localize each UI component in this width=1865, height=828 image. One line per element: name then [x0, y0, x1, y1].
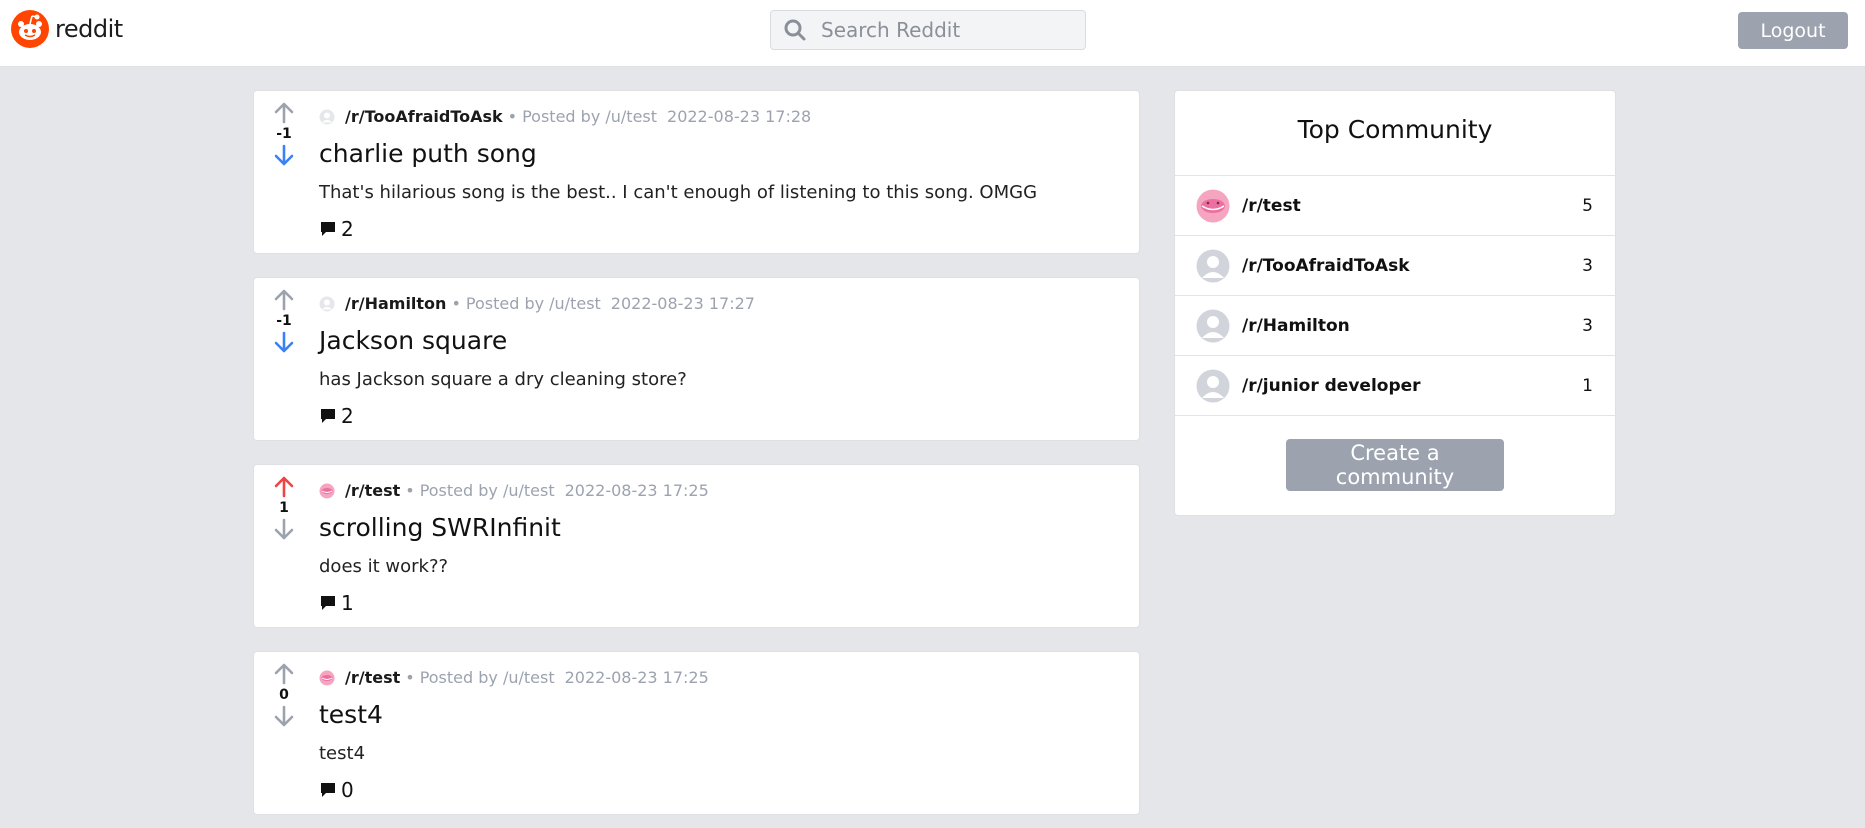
community-avatar-icon	[319, 296, 335, 311]
downvote-icon[interactable]	[272, 330, 296, 354]
post-date: 2022-08-23 17:25	[564, 668, 709, 687]
comment-icon	[321, 783, 335, 797]
post-body: That's hilarious song is the best.. I ca…	[319, 182, 1038, 203]
post-card[interactable]: -1 /r/Hamilton • Posted by /u/test 2022-…	[253, 277, 1140, 441]
vote-score: -1	[276, 126, 292, 142]
community-row-test[interactable]: /r/test 5	[1175, 175, 1615, 235]
search-bar[interactable]	[770, 10, 1086, 50]
community-row-hamilton[interactable]: /r/Hamilton 3	[1175, 295, 1615, 355]
upvote-icon[interactable]	[272, 662, 296, 686]
post-card[interactable]: -1 /r/TooAfraidToAsk • Posted by /u/test…	[253, 90, 1140, 254]
community-row-tooafraidtoask[interactable]: /r/TooAfraidToAsk 3	[1175, 235, 1615, 295]
post-title[interactable]: scrolling SWRInfinit	[319, 513, 561, 542]
post-card[interactable]: 0 /r/test • Posted by /u/test 2022-08-23…	[253, 651, 1140, 815]
post-body: has Jackson square a dry cleaning store?	[319, 369, 687, 390]
post-title[interactable]: Jackson square	[319, 326, 507, 355]
vote-score: 1	[279, 500, 289, 516]
comment-icon	[321, 596, 335, 610]
community-row-junior-developer[interactable]: /r/junior developer 1	[1175, 355, 1615, 416]
comment-count: 1	[341, 591, 354, 615]
vote-widget: -1	[264, 288, 304, 354]
comments-link[interactable]: 1	[319, 591, 354, 615]
posted-by[interactable]: Posted by /u/test	[420, 668, 555, 687]
meta-separator: •	[507, 107, 518, 126]
comment-count: 2	[341, 404, 354, 428]
reddit-alien-icon	[11, 10, 49, 48]
vote-widget: 0	[264, 662, 304, 728]
upvote-icon[interactable]	[272, 475, 296, 499]
subreddit-link[interactable]: /r/test	[345, 481, 400, 500]
post-date: 2022-08-23 17:28	[667, 107, 812, 126]
posted-by[interactable]: Posted by /u/test	[522, 107, 657, 126]
community-name[interactable]: /r/junior developer	[1242, 376, 1421, 396]
posted-by[interactable]: Posted by /u/test	[466, 294, 601, 313]
vote-widget: -1	[264, 101, 304, 167]
pink-community-avatar-icon	[1196, 189, 1230, 222]
vote-score: -1	[276, 313, 292, 329]
top-navbar: reddit Logout	[0, 0, 1865, 67]
post-card[interactable]: 1 /r/test • Posted by /u/test 2022-08-23…	[253, 464, 1140, 628]
comments-link[interactable]: 0	[319, 778, 354, 802]
post-title[interactable]: test4	[319, 700, 383, 729]
meta-separator: •	[405, 481, 415, 500]
post-date: 2022-08-23 17:25	[564, 481, 709, 500]
search-icon	[784, 19, 806, 41]
logout-button[interactable]: Logout	[1738, 12, 1848, 49]
pink-community-avatar-icon	[319, 670, 335, 685]
logo-text: reddit	[55, 15, 123, 43]
default-avatar-icon	[1196, 249, 1230, 282]
upvote-icon[interactable]	[272, 101, 296, 125]
subreddit-link[interactable]: /r/Hamilton	[345, 294, 446, 313]
vote-score: 0	[279, 687, 289, 703]
post-meta: /r/TooAfraidToAsk • Posted by /u/test 20…	[319, 107, 811, 126]
downvote-icon[interactable]	[272, 143, 296, 167]
community-count: 5	[1582, 195, 1593, 216]
default-avatar-icon	[1196, 309, 1230, 342]
subreddit-link[interactable]: /r/test	[345, 668, 400, 687]
posted-by[interactable]: Posted by /u/test	[420, 481, 555, 500]
post-date: 2022-08-23 17:27	[610, 294, 755, 313]
post-meta: /r/test • Posted by /u/test 2022-08-23 1…	[319, 668, 709, 687]
community-name[interactable]: /r/Hamilton	[1242, 316, 1350, 336]
comments-link[interactable]: 2	[319, 404, 354, 428]
search-input[interactable]	[819, 17, 1073, 43]
community-avatar-icon	[319, 109, 335, 124]
upvote-icon[interactable]	[272, 288, 296, 312]
vote-widget: 1	[264, 475, 304, 541]
community-name[interactable]: /r/test	[1242, 196, 1301, 216]
community-count: 3	[1582, 315, 1593, 336]
comment-count: 2	[341, 217, 354, 241]
post-body: test4	[319, 743, 366, 764]
community-count: 3	[1582, 255, 1593, 276]
create-community-button[interactable]: Create a community	[1286, 439, 1504, 491]
sidebar-title: Top Community	[1297, 115, 1493, 144]
pink-community-avatar-icon	[319, 483, 335, 498]
comment-icon	[321, 222, 335, 236]
subreddit-link[interactable]: /r/TooAfraidToAsk	[345, 107, 503, 126]
post-body: does it work??	[319, 556, 449, 577]
comment-icon	[321, 409, 335, 423]
post-title[interactable]: charlie puth song	[319, 139, 537, 168]
comment-count: 0	[341, 778, 354, 802]
downvote-icon[interactable]	[272, 517, 296, 541]
default-avatar-icon	[1196, 369, 1230, 402]
reddit-logo[interactable]: reddit	[11, 10, 123, 48]
downvote-icon[interactable]	[272, 704, 296, 728]
post-meta: /r/Hamilton • Posted by /u/test 2022-08-…	[319, 294, 755, 313]
post-meta: /r/test • Posted by /u/test 2022-08-23 1…	[319, 481, 709, 500]
top-community-panel: Top Community /r/test 5 /r/TooAfraidToAs…	[1174, 90, 1616, 516]
comments-link[interactable]: 2	[319, 217, 354, 241]
meta-separator: •	[405, 668, 415, 687]
community-count: 1	[1582, 375, 1593, 396]
community-name[interactable]: /r/TooAfraidToAsk	[1242, 256, 1410, 276]
meta-separator: •	[451, 294, 461, 313]
